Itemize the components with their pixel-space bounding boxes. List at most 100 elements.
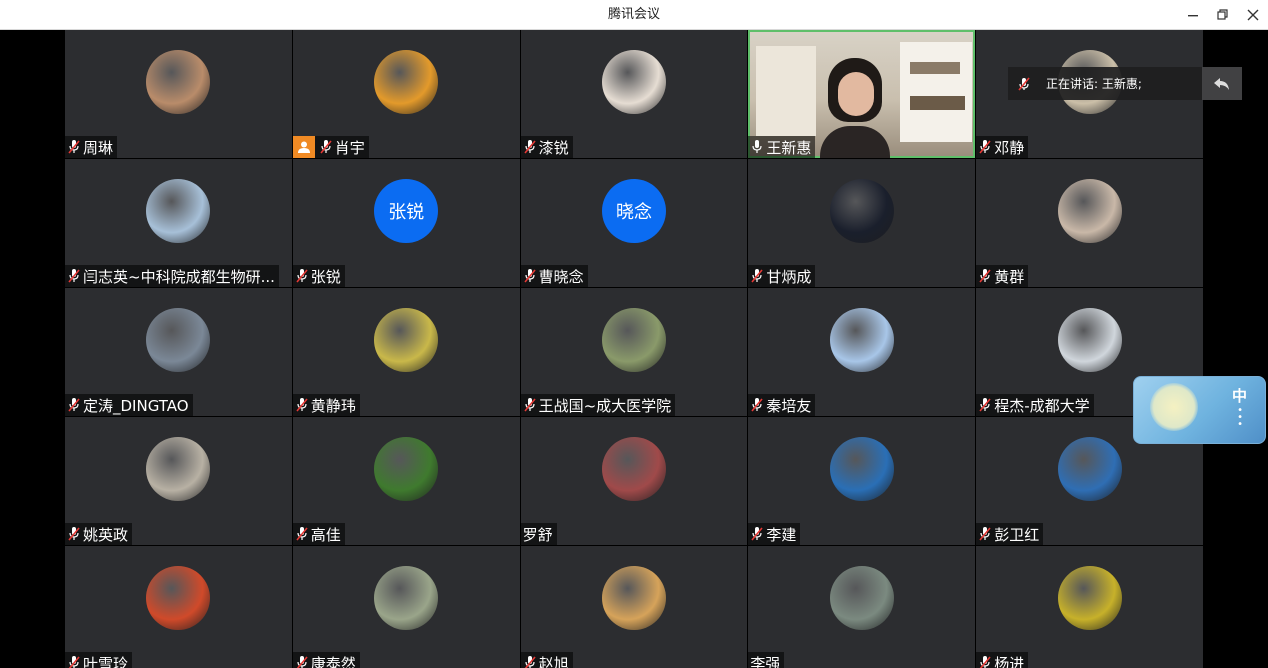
avatar	[1057, 566, 1122, 630]
participant-name-bar: 李强	[748, 652, 785, 668]
participant-name: 高佳	[310, 525, 341, 544]
participant-tile[interactable]: 李建	[748, 417, 976, 545]
participant-name: 杨进	[994, 654, 1025, 668]
avatar	[829, 566, 894, 630]
participant-name-bar: 王战国~成大医学院	[520, 394, 676, 416]
participant-grid: 周琳 肖宇 漆锐 王新惠 邓静 闫志英~中科院成都生物研... 张锐 张锐 晓念…	[65, 30, 1203, 668]
participant-tile[interactable]: 甘炳成	[748, 159, 976, 287]
participant-tile[interactable]: 漆锐	[520, 30, 748, 158]
participant-tile[interactable]: 黄群	[976, 159, 1203, 287]
participant-name: 王战国~成大医学院	[538, 396, 672, 415]
right-margin	[1203, 30, 1268, 668]
restore-icon	[1217, 9, 1228, 20]
participant-name: 程杰-成都大学	[994, 396, 1090, 415]
participant-name-bar: 高佳	[292, 523, 345, 545]
participant-name: 姚英政	[83, 525, 129, 544]
participant-name-bar: 漆锐	[520, 136, 573, 158]
moon-decoration	[1150, 383, 1198, 431]
avatar	[146, 179, 211, 243]
window-title: 腾讯会议	[607, 7, 660, 22]
participant-name-bar: 黄群	[976, 265, 1029, 287]
mic-muted-icon	[524, 656, 536, 668]
mic-muted-icon	[68, 656, 80, 668]
mic-muted-icon	[979, 527, 991, 541]
restore-button[interactable]	[1208, 0, 1238, 30]
participant-name: 曹晓念	[538, 267, 584, 286]
participant-tile[interactable]: 定涛_DINGTAO	[65, 288, 292, 416]
mic-muted-icon	[68, 527, 80, 541]
avatar	[374, 566, 439, 630]
participant-tile[interactable]: 叶雪玲	[65, 546, 292, 668]
participant-tile[interactable]: 肖宇	[292, 30, 520, 158]
participant-tile[interactable]: 康泰然	[292, 546, 520, 668]
participant-name-bar: 张锐	[292, 265, 345, 287]
participant-name: 闫志英~中科院成都生物研...	[83, 267, 275, 286]
participant-name-bar: 罗舒	[520, 523, 557, 545]
speaking-indicator[interactable]: 正在讲话: 王新惠;	[1008, 67, 1242, 100]
participant-name: 肖宇	[334, 138, 365, 157]
avatar	[374, 308, 439, 372]
participant-name-bar: 王新惠	[748, 136, 816, 158]
mic-muted-icon	[68, 398, 80, 412]
participant-name-bar: 周琳	[65, 136, 118, 158]
avatar	[146, 437, 211, 501]
participant-tile[interactable]: 高佳	[292, 417, 520, 545]
participant-name: 邓静	[994, 138, 1025, 157]
participant-name-bar: 杨进	[976, 652, 1029, 668]
mic-muted-icon	[320, 140, 332, 154]
shelf	[900, 42, 973, 142]
participant-name: 罗舒	[522, 525, 553, 544]
mic-muted-icon	[979, 656, 991, 668]
minimize-button[interactable]	[1178, 0, 1208, 30]
mic-muted-icon	[523, 269, 536, 283]
participant-tile[interactable]: 周琳	[65, 30, 292, 158]
participant-tile[interactable]: 张锐 张锐	[292, 159, 520, 287]
avatar	[829, 308, 894, 372]
person-silhouette	[820, 56, 891, 158]
return-arrow-icon	[1214, 77, 1229, 90]
avatar	[374, 50, 439, 114]
avatar	[601, 50, 666, 114]
mic-muted-icon	[979, 269, 991, 283]
participant-name-bar: 姚英政	[65, 523, 133, 545]
participant-name-bar: 李建	[748, 523, 801, 545]
participant-tile[interactable]: 晓念 曹晓念	[520, 159, 748, 287]
participant-name-bar: 定涛_DINGTAO	[65, 394, 193, 416]
close-icon	[1247, 9, 1259, 21]
ime-floating-widget[interactable]: 中 • • •	[1133, 376, 1266, 444]
avatar	[601, 566, 666, 630]
mic-muted-icon	[68, 140, 80, 154]
avatar	[146, 566, 211, 630]
participant-name: 彭卫红	[994, 525, 1040, 544]
mic-muted-icon	[296, 398, 308, 412]
participant-tile[interactable]: 黄静玮	[292, 288, 520, 416]
participant-tile[interactable]: 赵旭	[520, 546, 748, 668]
participant-tile[interactable]: 李强	[748, 546, 976, 668]
participant-tile[interactable]: 杨进	[976, 546, 1203, 668]
participant-name: 秦培友	[766, 396, 812, 415]
participant-name-bar: 秦培友	[748, 394, 816, 416]
avatar	[146, 308, 211, 372]
title-bar: 腾讯会议	[0, 0, 1268, 30]
close-button[interactable]	[1238, 0, 1268, 30]
participant-tile[interactable]: 闫志英~中科院成都生物研...	[65, 159, 292, 287]
collapse-button[interactable]	[1202, 67, 1242, 100]
participant-tile[interactable]: 罗舒	[520, 417, 748, 545]
participant-tile[interactable]: 姚英政	[65, 417, 292, 545]
mic-muted-icon	[296, 527, 308, 541]
participant-name: 黄静玮	[310, 396, 356, 415]
participant-tile[interactable]: 王战国~成大医学院	[520, 288, 748, 416]
mic-muted-icon	[979, 140, 991, 154]
mic-muted-icon	[979, 398, 991, 412]
host-icon	[292, 136, 315, 158]
avatar: 晓念	[601, 179, 666, 243]
ime-menu-icon[interactable]: • • •	[1237, 406, 1243, 430]
ime-language-indicator[interactable]: 中	[1232, 385, 1247, 406]
participant-tile[interactable]: 秦培友	[748, 288, 976, 416]
participant-tile[interactable]: 王新惠	[748, 30, 976, 158]
participant-name-bar: 彭卫红	[976, 523, 1044, 545]
mic-muted-icon	[1018, 76, 1030, 91]
participant-name-bar: 曹晓念	[520, 265, 588, 287]
avatar	[601, 437, 666, 501]
books	[910, 96, 966, 110]
